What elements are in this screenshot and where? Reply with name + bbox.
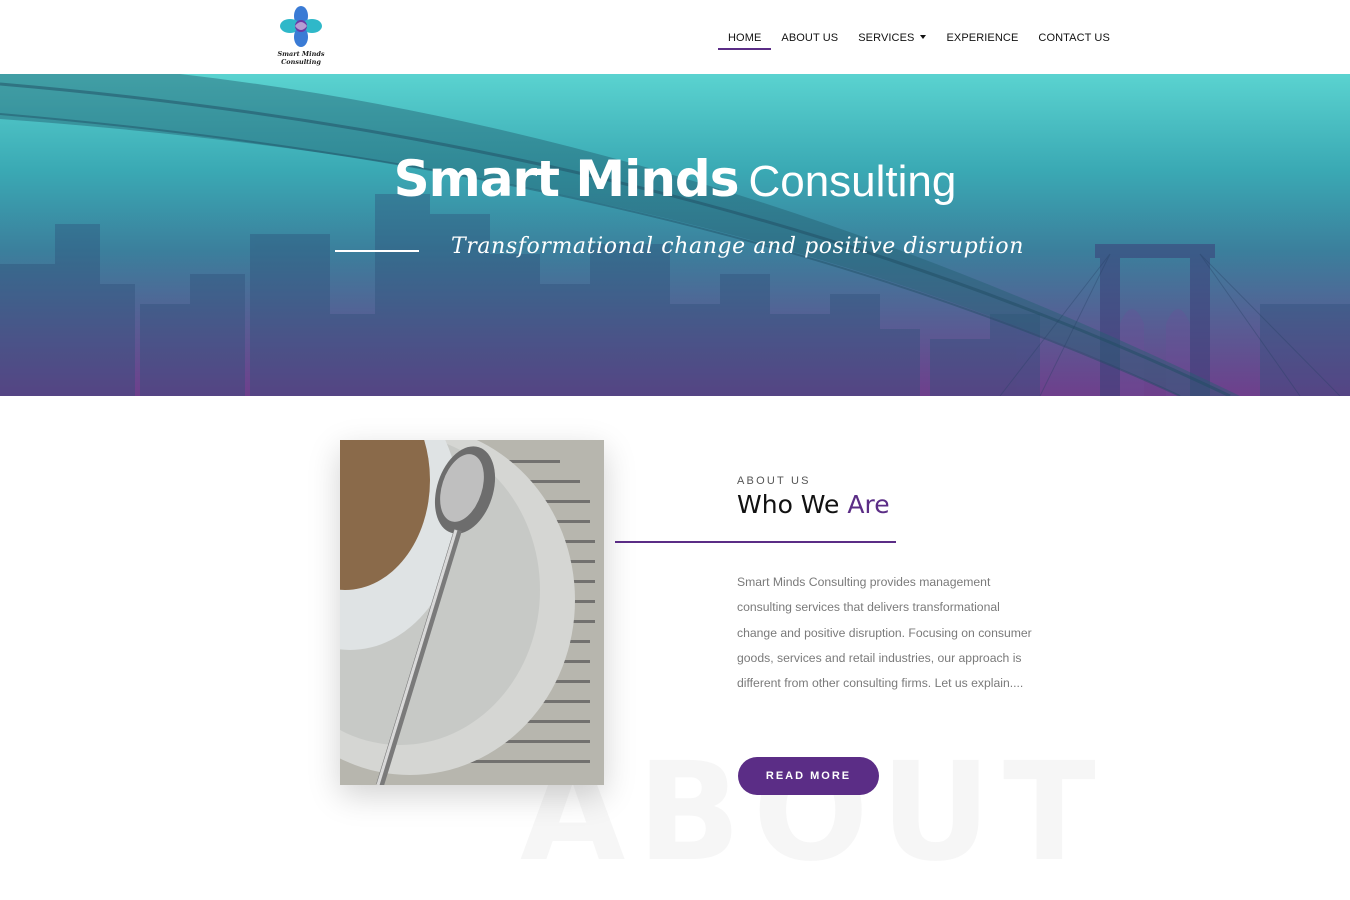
read-more-button[interactable]: READ MORE: [738, 757, 879, 795]
hero-divider: [335, 250, 419, 252]
nav-contact-us[interactable]: CONTACT US: [1028, 28, 1120, 50]
nav-services-label: SERVICES: [858, 32, 915, 44]
site-header: Smart Minds Consulting HOME ABOUT US SER…: [0, 0, 1350, 74]
nav-experience[interactable]: EXPERIENCE: [936, 28, 1028, 50]
coffee-cup-photo: [340, 440, 604, 785]
hero-title: Smart Minds Consulting: [0, 150, 1350, 208]
section-eyebrow: ABOUT US: [737, 475, 811, 487]
section-heading-main: Who We: [737, 490, 840, 519]
logo-text: Smart Minds Consulting: [277, 50, 325, 66]
caret-down-icon: [920, 35, 927, 40]
hero-subtitle: Transformational change and positive dis…: [451, 234, 1024, 259]
coffee-spoon-image: [340, 440, 604, 785]
hero-banner: Smart Minds Consulting Transformational c…: [0, 74, 1350, 396]
nav-home[interactable]: HOME: [718, 28, 772, 50]
section-heading: Who We Are: [737, 490, 890, 519]
logo-icon: [280, 6, 322, 47]
section-divider: [615, 541, 896, 543]
section-heading-accent: Are: [847, 490, 890, 519]
hero-title-bold: Smart Minds: [393, 150, 740, 208]
nav-about-us[interactable]: ABOUT US: [771, 28, 848, 50]
main-nav: HOME ABOUT US SERVICES EXPERIENCE CONTAC…: [718, 28, 1120, 50]
about-paragraph: Smart Minds Consulting provides manageme…: [737, 575, 1032, 691]
logo[interactable]: Smart Minds Consulting: [276, 4, 326, 68]
hero-title-light: Consulting: [748, 157, 957, 206]
nav-services[interactable]: SERVICES: [848, 28, 936, 50]
